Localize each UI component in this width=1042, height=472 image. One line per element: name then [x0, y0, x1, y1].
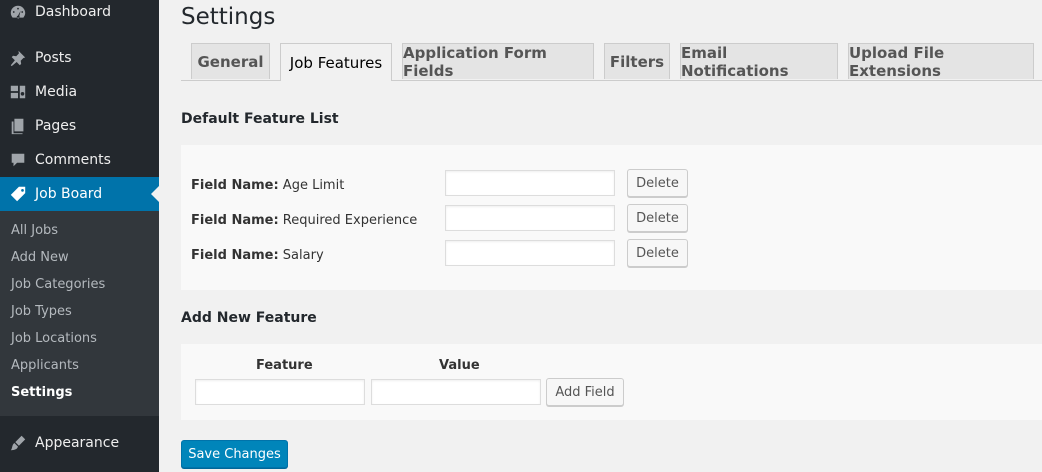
- sidebar-item-label: Media: [35, 84, 78, 100]
- new-value-input[interactable]: [371, 379, 541, 405]
- add-new-feature-heading: Add New Feature: [181, 310, 317, 326]
- save-changes-button[interactable]: Save Changes: [181, 440, 288, 468]
- page-title: Settings: [181, 4, 276, 30]
- sidebar-item-label: Job Board: [35, 186, 103, 202]
- sidebar-item-job-board[interactable]: Job Board: [0, 177, 159, 211]
- sidebar-item-comments[interactable]: Comments: [0, 143, 159, 177]
- tab-application-form-fields[interactable]: Application Form Fields: [402, 43, 594, 80]
- sidebar-item-label: Appearance: [35, 435, 120, 451]
- add-field-button[interactable]: Add Field: [546, 378, 624, 406]
- sidebar-item-label: Comments: [35, 152, 111, 168]
- delete-salary-button[interactable]: Delete: [627, 239, 688, 267]
- sidebar-item-label: Posts: [35, 50, 72, 66]
- sidebar-item-label: Pages: [35, 118, 77, 134]
- field-name-value: Age Limit: [282, 178, 345, 193]
- sidebar-item-dashboard[interactable]: Dashboard: [0, 0, 159, 29]
- field-name-value: Salary: [282, 248, 324, 263]
- submenu-item-job-locations[interactable]: Job Locations: [11, 331, 97, 346]
- tab-email-notifications[interactable]: Email Notifications: [680, 43, 838, 80]
- submenu-item-job-types[interactable]: Job Types: [11, 304, 72, 319]
- sidebar-item-label: Dashboard: [35, 4, 111, 20]
- media-icon: [8, 82, 28, 102]
- feature-column-header: Feature: [256, 358, 313, 373]
- field-name-prefix: Field Name:: [191, 178, 279, 193]
- tab-upload-file-extensions[interactable]: Upload File Extensions: [848, 43, 1034, 80]
- delete-age-limit-button[interactable]: Delete: [627, 169, 688, 197]
- new-feature-input[interactable]: [195, 379, 365, 405]
- tab-general[interactable]: General: [191, 43, 270, 79]
- submenu-item-settings[interactable]: Settings: [11, 385, 72, 400]
- brush-icon: [8, 433, 28, 453]
- pin-icon: [8, 48, 28, 68]
- job-board-submenu: All Jobs Add New Job Categories Job Type…: [0, 211, 159, 416]
- tag-icon: [8, 184, 28, 204]
- field-name-prefix: Field Name:: [191, 248, 279, 263]
- sidebar-item-posts[interactable]: Posts: [0, 41, 159, 75]
- submenu-item-all-jobs[interactable]: All Jobs: [11, 223, 58, 238]
- dashboard-icon: [8, 2, 28, 22]
- age-limit-input[interactable]: [445, 170, 615, 196]
- field-name-label: Field Name: Salary: [191, 248, 324, 263]
- pages-icon: [8, 116, 28, 136]
- tab-filters[interactable]: Filters: [604, 43, 670, 79]
- sidebar-item-pages[interactable]: Pages: [0, 109, 159, 143]
- sidebar-item-appearance[interactable]: Appearance: [0, 426, 159, 460]
- salary-input[interactable]: [445, 240, 615, 266]
- field-name-label: Field Name: Required Experience: [191, 213, 417, 228]
- submenu-item-add-new[interactable]: Add New: [11, 250, 69, 265]
- submenu-item-job-categories[interactable]: Job Categories: [11, 277, 105, 292]
- value-column-header: Value: [439, 358, 480, 373]
- default-feature-list-heading: Default Feature List: [181, 111, 339, 127]
- submenu-item-applicants[interactable]: Applicants: [11, 358, 79, 373]
- field-name-prefix: Field Name:: [191, 213, 279, 228]
- comment-icon: [8, 150, 28, 170]
- tab-job-features[interactable]: Job Features: [280, 43, 392, 81]
- admin-sidebar: Dashboard Posts Media Pages Comments Job…: [0, 0, 159, 472]
- field-name-value: Required Experience: [282, 213, 418, 228]
- field-name-label: Field Name: Age Limit: [191, 178, 344, 193]
- delete-required-experience-button[interactable]: Delete: [627, 204, 688, 232]
- sidebar-item-media[interactable]: Media: [0, 75, 159, 109]
- required-experience-input[interactable]: [445, 205, 615, 231]
